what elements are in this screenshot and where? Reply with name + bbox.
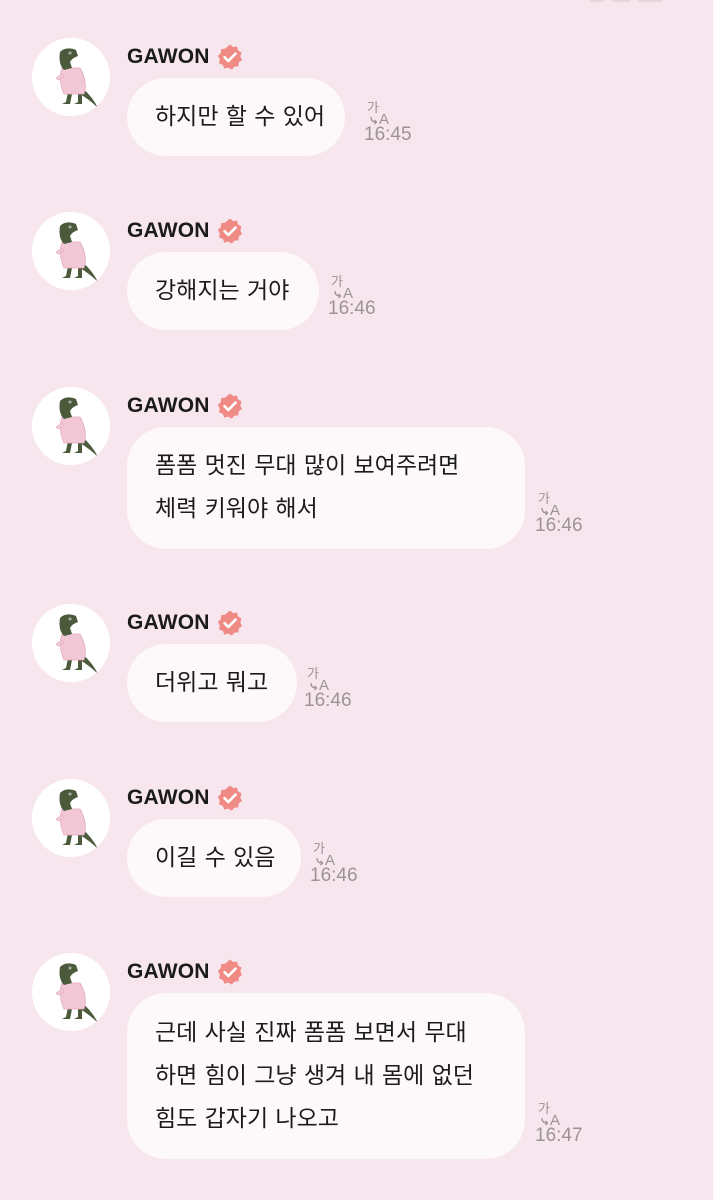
dinosaur-avatar-icon [32,212,110,290]
chat-screen: { "chat": { "messages": [ { "sender": "G… [0,0,713,1200]
sender-row: GAWON [127,609,244,637]
verified-badge-icon [216,217,244,245]
message-text: 근데 사실 진짜 폼폼 보면서 무대 [155,1019,467,1046]
sender-name: GAWON [127,219,210,242]
message-text: 힘도 갑자기 나오고 [155,1105,339,1132]
sender-avatar[interactable] [32,604,110,682]
translate-icon[interactable] [537,487,567,517]
message-text: 체력 키워야 해서 [155,496,318,522]
sender-name: GAWON [127,394,210,417]
translate-icon[interactable] [537,1097,567,1127]
sender-name: GAWON [127,611,210,634]
message-text: 폼폼 멋진 무대 많이 보여주려면 [155,453,460,479]
sender-row: GAWON [127,784,244,812]
message-time: 16:46 [310,865,358,886]
message-bubble[interactable]: 이길 수 있음 [127,819,301,897]
sender-avatar[interactable] [32,38,110,116]
message-time: 16:46 [535,515,583,536]
sender-row: GAWON [127,217,244,245]
sender-avatar[interactable] [32,387,110,465]
message-meta: 16:46 [304,662,364,712]
message-text: 하면 힘이 그냥 생겨 내 몸에 없던 [155,1062,474,1089]
verified-badge-icon [216,392,244,420]
message-meta: 16:46 [328,270,388,320]
message-meta: 16:45 [364,96,424,146]
sender-name: GAWON [127,960,210,983]
sender-row: GAWON [127,958,244,986]
sender-row: GAWON [127,43,244,71]
verified-badge-icon [216,784,244,812]
dinosaur-avatar-icon [32,38,110,116]
sender-name: GAWON [127,786,210,809]
message-time: 16:45 [364,124,412,145]
message-bubble[interactable]: 폼폼 멋진 무대 많이 보여주려면 체력 키워야 해서 [127,427,525,549]
message-text: 하지만 할 수 있어 [155,103,326,130]
message-time: 16:46 [328,298,376,319]
message-bubble[interactable]: 강해지는 거야 [127,252,319,330]
verified-badge-icon [216,43,244,71]
sender-avatar[interactable] [32,212,110,290]
dinosaur-avatar-icon [32,604,110,682]
message-bubble[interactable]: 근데 사실 진짜 폼폼 보면서 무대 하면 힘이 그냥 생겨 내 몸에 없던 힘… [127,993,525,1159]
translate-icon[interactable] [306,662,336,692]
message-time: 16:47 [535,1125,583,1146]
dinosaur-avatar-icon [32,387,110,465]
message-bubble[interactable]: 더위고 뭐고 [127,644,297,722]
verified-badge-icon [216,958,244,986]
message-meta: 16:46 [310,837,370,887]
message-text: 더위고 뭐고 [155,669,269,696]
message-time: 16:46 [304,690,352,711]
dinosaur-avatar-icon [32,779,110,857]
message-bubble[interactable]: 하지만 할 수 있어 [127,78,345,156]
verified-badge-icon [216,609,244,637]
dinosaur-avatar-icon [32,953,110,1031]
translate-icon[interactable] [366,96,396,126]
sender-name: GAWON [127,45,210,68]
message-text: 강해지는 거야 [155,277,290,304]
sender-row: GAWON [127,392,244,420]
message-meta: 16:47 [535,1097,595,1147]
message-text: 이길 수 있음 [155,844,276,871]
status-indicator [590,0,662,2]
sender-avatar[interactable] [32,953,110,1031]
translate-icon[interactable] [312,837,342,867]
translate-icon[interactable] [330,270,360,300]
message-meta: 16:46 [535,487,595,537]
sender-avatar[interactable] [32,779,110,857]
